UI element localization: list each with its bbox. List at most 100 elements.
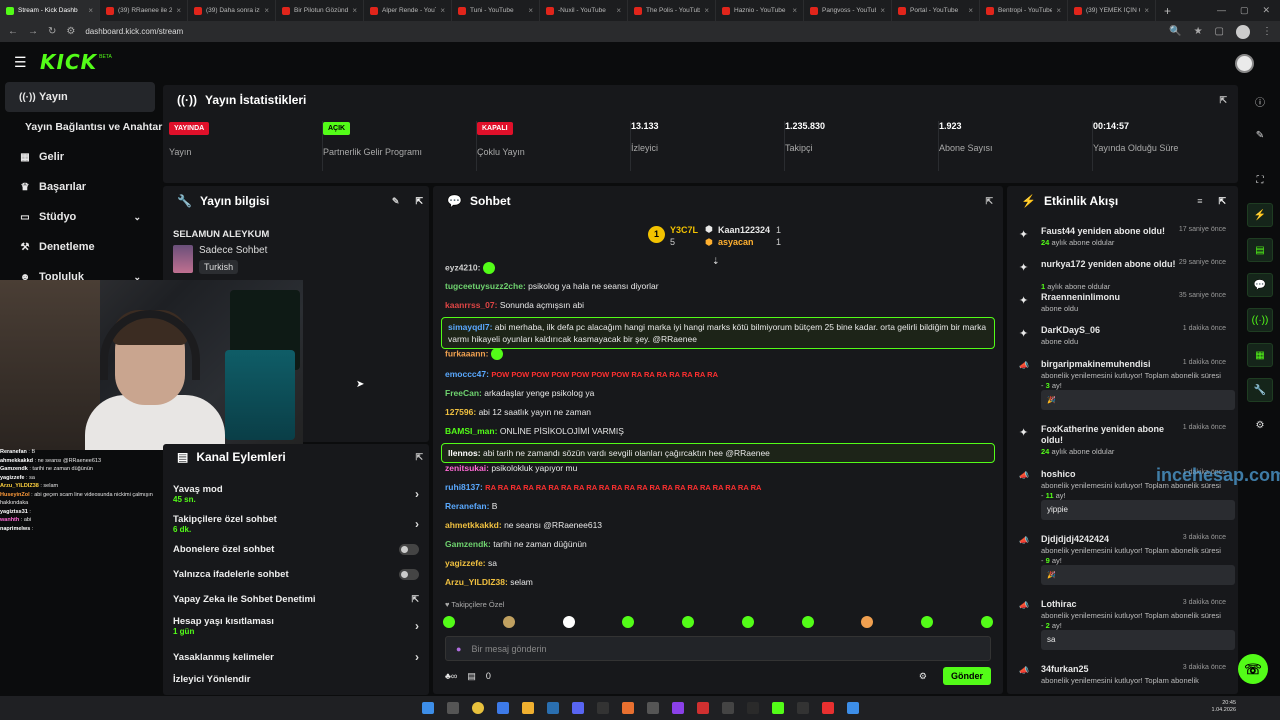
close-icon[interactable]: × bbox=[176, 6, 181, 15]
chat-bubble-icon[interactable]: 💬 bbox=[1247, 273, 1273, 297]
sidebar-item-basarilar[interactable]: ♛ Başarılar bbox=[5, 172, 155, 202]
start-icon[interactable] bbox=[421, 702, 434, 714]
leader-name[interactable]: Kaan122324 bbox=[718, 225, 770, 235]
event-name[interactable]: Rraenneninlimonu bbox=[1041, 292, 1181, 303]
external-link-icon[interactable]: ⇱ bbox=[411, 594, 419, 605]
app-icon[interactable] bbox=[796, 702, 809, 714]
kick-logo[interactable]: KICK bbox=[40, 50, 97, 74]
edge-icon[interactable] bbox=[496, 702, 509, 714]
edit-pencil-icon[interactable]: ✎ bbox=[1247, 123, 1273, 147]
event-name[interactable]: 34furkan25 bbox=[1041, 664, 1181, 675]
hamburger-menu-icon[interactable]: ☰ bbox=[14, 54, 40, 71]
chat-username[interactable]: emoccc47: bbox=[445, 369, 489, 379]
sidebar-item-yayin[interactable]: ((·)) Yayın bbox=[5, 82, 155, 112]
close-icon[interactable]: × bbox=[528, 6, 533, 15]
chat-username[interactable]: FreeCan: bbox=[445, 388, 482, 398]
browser-tab[interactable]: The Polis - YouTube × bbox=[628, 0, 716, 21]
user-avatar[interactable] bbox=[1235, 54, 1254, 73]
channel-action-row[interactable]: Yalnızca ifadelerle sohbet bbox=[173, 569, 419, 580]
emote-icon[interactable] bbox=[921, 616, 934, 628]
chat-username[interactable]: yagizzefe: bbox=[445, 558, 486, 568]
close-icon[interactable]: × bbox=[88, 6, 93, 15]
obs-icon[interactable] bbox=[746, 702, 759, 714]
browser-tab[interactable]: Tuni - YouTube × bbox=[452, 0, 540, 21]
channel-action-row[interactable]: Yavaş mod 45 sn. › bbox=[173, 484, 419, 504]
app-icon[interactable] bbox=[846, 702, 859, 714]
event-name[interactable]: FoxKatherine yeniden abone oldu! bbox=[1041, 424, 1181, 446]
browser-tab[interactable]: Alper Rende - YouT × bbox=[364, 0, 452, 21]
profile-avatar[interactable] bbox=[1236, 24, 1250, 39]
browser-tab[interactable]: Stream - Kick Dashb × bbox=[0, 0, 100, 21]
sidebar-item-denetleme[interactable]: ⚒ Denetleme bbox=[5, 232, 155, 262]
browser-tab[interactable]: Portal - YouTube × bbox=[892, 0, 980, 21]
browser-tab[interactable]: Pangvoss - YouTube × bbox=[804, 0, 892, 21]
emote-icon[interactable] bbox=[980, 616, 993, 628]
menu-dots-icon[interactable]: ⋮ bbox=[1262, 26, 1272, 37]
popout-icon[interactable]: ⇱ bbox=[985, 196, 993, 207]
help-headset-button[interactable]: ☏ bbox=[1238, 654, 1268, 684]
chat-username[interactable]: tugceetuysuzz2che: bbox=[445, 281, 526, 291]
chat-username[interactable]: Arzu_YILDIZ38: bbox=[445, 577, 508, 587]
explorer-icon[interactable] bbox=[521, 702, 534, 714]
kick-taskbar-icon[interactable] bbox=[771, 702, 784, 714]
minimize-icon[interactable]: — bbox=[1217, 5, 1226, 16]
close-icon[interactable]: × bbox=[440, 6, 445, 15]
steam-icon[interactable] bbox=[546, 702, 559, 714]
points-icon[interactable]: ♣∞ bbox=[445, 671, 457, 681]
channel-action-row[interactable]: Takipçilere özel sohbet 6 dk. › bbox=[173, 514, 419, 534]
leader-name[interactable]: asyacan bbox=[718, 237, 754, 247]
close-icon[interactable]: × bbox=[264, 6, 269, 15]
chat-username[interactable]: zenitsukai: bbox=[445, 463, 489, 473]
system-clock[interactable]: 20:45 1.04.2026 bbox=[1212, 700, 1236, 714]
event-name[interactable]: DarKDayS_06 bbox=[1041, 325, 1181, 336]
store-icon[interactable]: ▤ bbox=[467, 671, 476, 682]
site-info-icon[interactable]: ⚙ bbox=[66, 26, 75, 37]
chat-username[interactable]: Reranefan: bbox=[445, 501, 489, 511]
channel-action-row[interactable]: Yasaklanmış kelimeler › bbox=[173, 650, 419, 664]
chat-username[interactable]: eyz4210: bbox=[445, 262, 480, 272]
browser-tab[interactable]: Bir Pilotun Gözünd × bbox=[276, 0, 364, 21]
chevron-right-icon[interactable]: › bbox=[415, 619, 419, 633]
emote-icon[interactable] bbox=[622, 616, 635, 628]
channel-action-row[interactable]: Yapay Zeka ile Sohbet Denetimi ⇱ bbox=[173, 594, 419, 605]
lightning-icon[interactable]: ⚡ bbox=[1247, 203, 1273, 227]
reload-icon[interactable]: ↻ bbox=[48, 26, 56, 37]
emote-icon[interactable] bbox=[801, 616, 814, 628]
info-icon[interactable]: ⓘ bbox=[1247, 89, 1273, 113]
twitch-icon[interactable] bbox=[671, 702, 684, 714]
wrench-icon[interactable]: 🔧 bbox=[1247, 378, 1273, 402]
chat-username[interactable]: ahmetkkakkd: bbox=[445, 520, 502, 530]
popout-icon[interactable]: ⇱ bbox=[415, 452, 423, 463]
bookmark-star-icon[interactable]: ★ bbox=[1194, 26, 1203, 37]
close-icon[interactable]: × bbox=[616, 6, 621, 15]
close-icon[interactable]: × bbox=[1144, 6, 1149, 15]
chat-username[interactable]: kaanrrss_07: bbox=[445, 300, 497, 310]
browser-tab[interactable]: Bentropi - YouTube × bbox=[980, 0, 1068, 21]
popout-icon[interactable]: ⇱ bbox=[415, 196, 423, 207]
extensions-icon[interactable]: ▢ bbox=[1215, 26, 1224, 37]
emote-icon[interactable] bbox=[443, 616, 455, 628]
chat-username[interactable]: BAMSI_man: bbox=[445, 426, 497, 436]
back-icon[interactable]: ← bbox=[8, 26, 18, 37]
close-icon[interactable]: × bbox=[968, 6, 973, 15]
app-icon[interactable] bbox=[596, 702, 609, 714]
chevron-right-icon[interactable]: › bbox=[415, 650, 419, 664]
app-icon[interactable] bbox=[646, 702, 659, 714]
chat-username[interactable]: simayqdl7: bbox=[448, 322, 492, 332]
sidebar-item-studyo[interactable]: ▭ Stüdyo ⌄ bbox=[5, 202, 155, 232]
browser-tab[interactable]: (39) YEMEK İÇİN GE × bbox=[1068, 0, 1156, 21]
sidebar-item-gelir[interactable]: ▦ Gelir bbox=[5, 142, 155, 172]
toggle-switch[interactable] bbox=[399, 544, 419, 555]
event-name[interactable]: Lothirac bbox=[1041, 599, 1181, 610]
app-icon[interactable] bbox=[621, 702, 634, 714]
browser-tab[interactable]: (39) Daha sonra izle × bbox=[188, 0, 276, 21]
chat-username[interactable]: Gamzendk: bbox=[445, 539, 491, 549]
chat-username[interactable]: llennos: bbox=[448, 448, 481, 458]
close-icon[interactable]: × bbox=[352, 6, 357, 15]
close-icon[interactable]: × bbox=[704, 6, 709, 15]
chat-username[interactable]: 127596: bbox=[445, 407, 476, 417]
edit-pencil-icon[interactable]: ✎ bbox=[392, 196, 400, 207]
store-icon[interactable]: ▦ bbox=[1247, 343, 1273, 367]
search-icon[interactable] bbox=[446, 702, 459, 714]
popout-icon[interactable]: ⇱ bbox=[1219, 95, 1227, 106]
